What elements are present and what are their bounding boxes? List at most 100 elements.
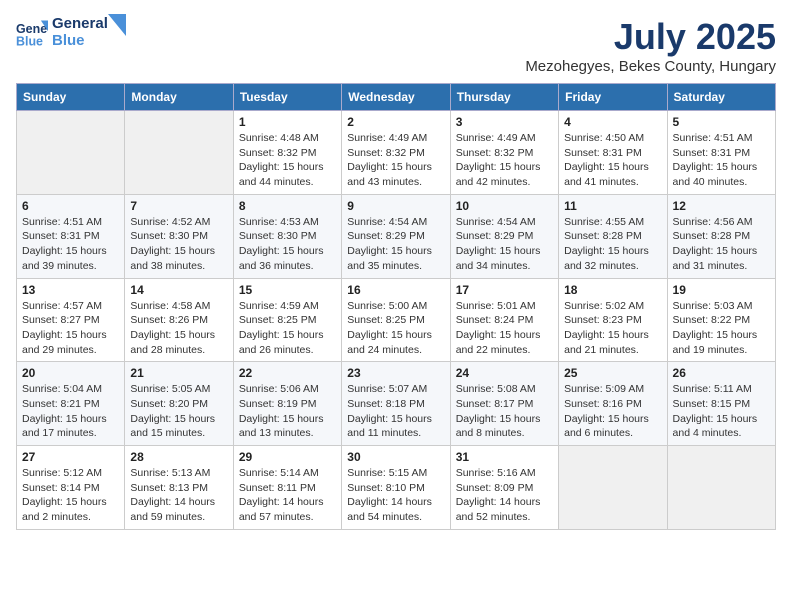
calendar-cell: 7 Sunrise: 4:52 AM Sunset: 8:30 PM Daylig… — [125, 194, 233, 278]
day-info: Sunrise: 5:11 AM Sunset: 8:15 PM Dayligh… — [673, 382, 770, 441]
calendar-cell: 8Sunrise: 4:53 AM Sunset: 8:30 PM Daylig… — [233, 194, 341, 278]
day-number: 22 — [239, 366, 336, 380]
calendar-cell: 14Sunrise: 4:58 AM Sunset: 8:26 PM Dayli… — [125, 278, 233, 362]
day-number: 25 — [564, 366, 661, 380]
calendar-cell: 3Sunrise: 4:49 AM Sunset: 8:32 PM Daylig… — [450, 111, 558, 195]
location: Mezohegyes, Bekes County, Hungary — [525, 58, 776, 75]
calendar-week-row: 1 Sunrise: 4:48 AM Sunset: 8:32 PM Daylig… — [17, 111, 776, 195]
calendar-cell: 5 Sunrise: 4:51 AM Sunset: 8:31 PM Daylig… — [667, 111, 775, 195]
day-info: Sunrise: 4:50 AM Sunset: 8:31 PM Dayligh… — [564, 131, 661, 190]
day-number: 28 — [130, 450, 227, 464]
day-number: 21 — [130, 366, 227, 380]
calendar-week-row: 6 Sunrise: 4:51 AM Sunset: 8:31 PM Daylig… — [17, 194, 776, 278]
day-info: Sunrise: 5:03 AM Sunset: 8:22 PM Dayligh… — [673, 299, 770, 358]
day-number: 16 — [347, 283, 444, 297]
weekday-header-thursday: Thursday — [450, 84, 558, 111]
svg-text:Blue: Blue — [16, 34, 43, 48]
calendar-cell: 20 Sunrise: 5:04 AM Sunset: 8:21 PM Dayli… — [17, 362, 125, 446]
day-number: 5 — [673, 115, 770, 129]
weekday-header-wednesday: Wednesday — [342, 84, 450, 111]
calendar-cell: 1 Sunrise: 4:48 AM Sunset: 8:32 PM Daylig… — [233, 111, 341, 195]
day-number: 10 — [456, 199, 553, 213]
day-number: 7 — [130, 199, 227, 213]
day-info: Sunrise: 5:12 AM Sunset: 8:14 PM Dayligh… — [22, 466, 119, 525]
calendar-week-row: 20 Sunrise: 5:04 AM Sunset: 8:21 PM Dayli… — [17, 362, 776, 446]
calendar-cell: 24 Sunrise: 5:08 AM Sunset: 8:17 PM Dayli… — [450, 362, 558, 446]
day-number: 29 — [239, 450, 336, 464]
day-number: 15 — [239, 283, 336, 297]
day-number: 9 — [347, 199, 444, 213]
day-number: 12 — [673, 199, 770, 213]
day-info: Sunrise: 4:52 AM Sunset: 8:30 PM Dayligh… — [130, 215, 227, 274]
calendar-cell: 30 Sunrise: 5:15 AM Sunset: 8:10 PM Dayli… — [342, 446, 450, 530]
day-info: Sunrise: 5:07 AM Sunset: 8:18 PM Dayligh… — [347, 382, 444, 441]
day-number: 30 — [347, 450, 444, 464]
weekday-header-friday: Friday — [559, 84, 667, 111]
day-info: Sunrise: 4:55 AM Sunset: 8:28 PM Dayligh… — [564, 215, 661, 274]
day-number: 17 — [456, 283, 553, 297]
day-number: 2 — [347, 115, 444, 129]
title-block: July 2025 Mezohegyes, Bekes County, Hung… — [525, 16, 776, 75]
day-info: Sunrise: 5:04 AM Sunset: 8:21 PM Dayligh… — [22, 382, 119, 441]
calendar-cell: 21 Sunrise: 5:05 AM Sunset: 8:20 PM Dayli… — [125, 362, 233, 446]
calendar-cell: 12 Sunrise: 4:56 AM Sunset: 8:28 PM Dayli… — [667, 194, 775, 278]
day-info: Sunrise: 4:54 AM Sunset: 8:29 PM Dayligh… — [347, 215, 444, 274]
calendar-cell: 11Sunrise: 4:55 AM Sunset: 8:28 PM Dayli… — [559, 194, 667, 278]
day-number: 24 — [456, 366, 553, 380]
day-number: 8 — [239, 199, 336, 213]
day-info: Sunrise: 4:51 AM Sunset: 8:31 PM Dayligh… — [673, 131, 770, 190]
calendar-cell: 17 Sunrise: 5:01 AM Sunset: 8:24 PM Dayli… — [450, 278, 558, 362]
logo-icon: General Blue — [16, 17, 48, 49]
calendar-cell: 22 Sunrise: 5:06 AM Sunset: 8:19 PM Dayli… — [233, 362, 341, 446]
day-info: Sunrise: 5:16 AM Sunset: 8:09 PM Dayligh… — [456, 466, 553, 525]
calendar-cell: 29Sunrise: 5:14 AM Sunset: 8:11 PM Dayli… — [233, 446, 341, 530]
calendar-cell: 31Sunrise: 5:16 AM Sunset: 8:09 PM Dayli… — [450, 446, 558, 530]
calendar-cell: 27 Sunrise: 5:12 AM Sunset: 8:14 PM Dayli… — [17, 446, 125, 530]
calendar-cell: 9 Sunrise: 4:54 AM Sunset: 8:29 PM Daylig… — [342, 194, 450, 278]
day-number: 13 — [22, 283, 119, 297]
day-number: 6 — [22, 199, 119, 213]
calendar-cell: 4Sunrise: 4:50 AM Sunset: 8:31 PM Daylig… — [559, 111, 667, 195]
calendar-cell: 19Sunrise: 5:03 AM Sunset: 8:22 PM Dayli… — [667, 278, 775, 362]
calendar-cell: 10Sunrise: 4:54 AM Sunset: 8:29 PM Dayli… — [450, 194, 558, 278]
day-info: Sunrise: 4:48 AM Sunset: 8:32 PM Dayligh… — [239, 131, 336, 190]
day-number: 27 — [22, 450, 119, 464]
calendar-cell — [125, 111, 233, 195]
day-info: Sunrise: 5:15 AM Sunset: 8:10 PM Dayligh… — [347, 466, 444, 525]
weekday-header-tuesday: Tuesday — [233, 84, 341, 111]
day-number: 3 — [456, 115, 553, 129]
logo-blue: Blue — [52, 33, 108, 50]
calendar-cell: 6 Sunrise: 4:51 AM Sunset: 8:31 PM Daylig… — [17, 194, 125, 278]
day-info: Sunrise: 4:56 AM Sunset: 8:28 PM Dayligh… — [673, 215, 770, 274]
day-info: Sunrise: 5:13 AM Sunset: 8:13 PM Dayligh… — [130, 466, 227, 525]
day-info: Sunrise: 5:01 AM Sunset: 8:24 PM Dayligh… — [456, 299, 553, 358]
calendar-table: SundayMondayTuesdayWednesdayThursdayFrid… — [16, 83, 776, 530]
calendar-cell: 2 Sunrise: 4:49 AM Sunset: 8:32 PM Daylig… — [342, 111, 450, 195]
day-info: Sunrise: 5:05 AM Sunset: 8:20 PM Dayligh… — [130, 382, 227, 441]
calendar-cell: 15Sunrise: 4:59 AM Sunset: 8:25 PM Dayli… — [233, 278, 341, 362]
day-info: Sunrise: 5:06 AM Sunset: 8:19 PM Dayligh… — [239, 382, 336, 441]
calendar-cell — [667, 446, 775, 530]
day-number: 26 — [673, 366, 770, 380]
calendar-cell: 23Sunrise: 5:07 AM Sunset: 8:18 PM Dayli… — [342, 362, 450, 446]
weekday-header-monday: Monday — [125, 84, 233, 111]
calendar-cell: 16Sunrise: 5:00 AM Sunset: 8:25 PM Dayli… — [342, 278, 450, 362]
page-header: General Blue General Blue July 2025 Mezo… — [16, 16, 776, 75]
day-info: Sunrise: 4:57 AM Sunset: 8:27 PM Dayligh… — [22, 299, 119, 358]
weekday-header-row: SundayMondayTuesdayWednesdayThursdayFrid… — [17, 84, 776, 111]
calendar-cell: 13 Sunrise: 4:57 AM Sunset: 8:27 PM Dayli… — [17, 278, 125, 362]
day-number: 20 — [22, 366, 119, 380]
weekday-header-saturday: Saturday — [667, 84, 775, 111]
calendar-cell: 25Sunrise: 5:09 AM Sunset: 8:16 PM Dayli… — [559, 362, 667, 446]
calendar-week-row: 13 Sunrise: 4:57 AM Sunset: 8:27 PM Dayli… — [17, 278, 776, 362]
day-info: Sunrise: 4:51 AM Sunset: 8:31 PM Dayligh… — [22, 215, 119, 274]
calendar-cell: 28 Sunrise: 5:13 AM Sunset: 8:13 PM Dayli… — [125, 446, 233, 530]
day-info: Sunrise: 5:08 AM Sunset: 8:17 PM Dayligh… — [456, 382, 553, 441]
day-info: Sunrise: 4:49 AM Sunset: 8:32 PM Dayligh… — [347, 131, 444, 190]
weekday-header-sunday: Sunday — [17, 84, 125, 111]
logo: General Blue General Blue — [16, 16, 126, 49]
day-number: 1 — [239, 115, 336, 129]
logo-general: General — [52, 16, 108, 33]
day-number: 18 — [564, 283, 661, 297]
calendar-cell — [559, 446, 667, 530]
